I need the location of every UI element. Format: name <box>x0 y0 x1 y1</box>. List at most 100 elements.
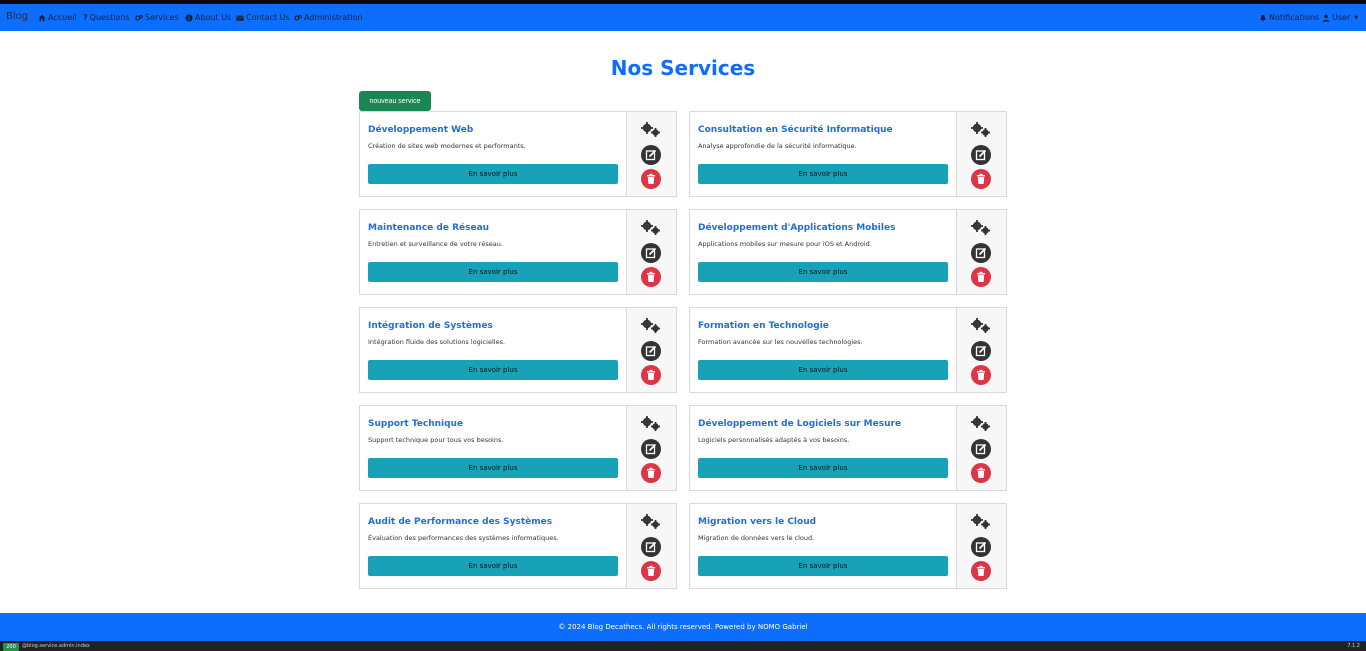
delete-icon[interactable] <box>971 267 991 287</box>
service-card: Développement d'Applications Mobiles Appl… <box>689 209 1007 295</box>
service-card: Maintenance de Réseau Entretien et survei… <box>359 209 677 295</box>
service-card-body: Support Technique Support technique pour … <box>360 406 627 490</box>
edit-icon[interactable] <box>971 439 991 459</box>
service-title: Maintenance de Réseau <box>368 223 490 233</box>
service-description: Support technique pour tous vos besoins. <box>368 436 504 444</box>
nav-notifications-label: Notifications <box>1269 13 1320 22</box>
nav-contact[interactable]: Contact Us <box>236 13 290 22</box>
service-card-body: Audit de Performance des Systèmes Évaluat… <box>360 504 627 588</box>
service-card-body: Intégration de Systèmes Intégration fluid… <box>360 308 627 392</box>
service-description: Applications mobiles sur mesure pour iOS… <box>698 240 872 248</box>
service-title: Consultation en Sécurité Informatique <box>698 125 893 135</box>
service-card-body: Consultation en Sécurité Informatique Ana… <box>690 112 957 196</box>
question-icon: ? <box>83 13 88 22</box>
service-card-body: Développement Web Création de sites web m… <box>360 112 627 196</box>
service-card-body: Maintenance de Réseau Entretien et survei… <box>360 210 627 294</box>
nav-contact-label: Contact Us <box>246 13 290 22</box>
nav-about-label: About Us <box>195 13 232 22</box>
service-actions <box>957 406 1006 490</box>
nav-questions[interactable]: ? Questions <box>83 13 130 22</box>
nav-services-label: Services <box>145 13 179 22</box>
cogs-icon <box>640 512 662 530</box>
cogs-icon <box>970 120 992 138</box>
learn-more-button[interactable]: En savoir plus <box>698 556 948 576</box>
service-card-body: Formation en Technologie Formation avancé… <box>690 308 957 392</box>
edit-icon[interactable] <box>641 537 661 557</box>
delete-icon[interactable] <box>641 561 661 581</box>
cogs-icon <box>640 316 662 334</box>
service-actions <box>627 308 676 392</box>
service-title: Développement de Logiciels sur Mesure <box>698 419 902 429</box>
learn-more-button[interactable]: En savoir plus <box>368 262 618 282</box>
learn-more-button[interactable]: En savoir plus <box>368 458 618 478</box>
bell-icon <box>1260 14 1266 22</box>
delete-icon[interactable] <box>971 365 991 385</box>
cogs-icon <box>970 512 992 530</box>
service-description: Entretien et surveillance de votre résea… <box>368 240 503 248</box>
cogs-icon <box>294 14 302 20</box>
service-card: Audit de Performance des Systèmes Évaluat… <box>359 503 677 589</box>
status-code-badge[interactable]: 200 <box>3 643 19 651</box>
service-description: Création de sites web modernes et perfor… <box>368 142 526 150</box>
edit-icon[interactable] <box>971 145 991 165</box>
nav-accueil-label: Accueil <box>48 13 77 22</box>
learn-more-button[interactable]: En savoir plus <box>698 164 948 184</box>
learn-more-button[interactable]: En savoir plus <box>368 360 618 380</box>
edit-icon[interactable] <box>641 341 661 361</box>
edit-icon[interactable] <box>641 145 661 165</box>
edit-icon[interactable] <box>971 341 991 361</box>
route-name[interactable]: @blog.service.admin.index <box>22 643 90 649</box>
delete-icon[interactable] <box>641 463 661 483</box>
service-card: Intégration de Systèmes Intégration fluid… <box>359 307 677 393</box>
service-title: Formation en Technologie <box>698 321 829 331</box>
page-title: Nos Services <box>610 56 756 80</box>
edit-icon[interactable] <box>971 243 991 263</box>
edit-icon[interactable] <box>641 243 661 263</box>
navbar: Blog Accueil ? Questions Services About … <box>0 4 1366 31</box>
nav-notifications[interactable]: Notifications <box>1259 13 1319 22</box>
cogs-icon <box>640 218 662 236</box>
info-icon <box>185 13 193 22</box>
nav-about[interactable]: About Us <box>185 13 231 22</box>
learn-more-button[interactable]: En savoir plus <box>698 360 948 380</box>
nav-administration[interactable]: Administration <box>294 13 363 22</box>
service-card-body: Migration vers le Cloud Migration de donn… <box>690 504 957 588</box>
service-description: Évaluation des performances des systèmes… <box>368 534 559 542</box>
nav-questions-label: Questions <box>89 13 130 22</box>
service-description: Formation avancée sur les nouvelles tech… <box>698 338 863 346</box>
edit-icon[interactable] <box>641 439 661 459</box>
service-card: Support Technique Support technique pour … <box>359 405 677 491</box>
service-title: Migration vers le Cloud <box>698 517 817 527</box>
cogs-icon <box>970 316 992 334</box>
delete-icon[interactable] <box>971 463 991 483</box>
learn-more-button[interactable]: En savoir plus <box>368 164 618 184</box>
new-service-button[interactable]: nouveau service <box>359 91 431 111</box>
learn-more-button[interactable]: En savoir plus <box>698 262 948 282</box>
delete-icon[interactable] <box>971 169 991 189</box>
nav-services[interactable]: Services <box>135 13 179 22</box>
version-badge[interactable]: 7.1.2 <box>1347 643 1360 649</box>
service-card-body: Développement de Logiciels sur Mesure Log… <box>690 406 957 490</box>
cogs-icon <box>640 120 662 138</box>
service-actions <box>957 308 1006 392</box>
delete-icon[interactable] <box>641 169 661 189</box>
delete-icon[interactable] <box>641 267 661 287</box>
service-title: Audit de Performance des Systèmes <box>368 517 553 527</box>
brand-link[interactable]: Blog <box>6 11 28 22</box>
learn-more-button[interactable]: En savoir plus <box>368 556 618 576</box>
nav-user-label: User <box>1332 13 1351 22</box>
delete-icon[interactable] <box>971 561 991 581</box>
user-icon <box>1322 14 1330 22</box>
delete-icon[interactable] <box>641 365 661 385</box>
edit-icon[interactable] <box>971 537 991 557</box>
service-actions <box>957 112 1006 196</box>
service-card: Formation en Technologie Formation avancé… <box>689 307 1007 393</box>
service-actions <box>627 112 676 196</box>
learn-more-button[interactable]: En savoir plus <box>698 458 948 478</box>
nav-accueil[interactable]: Accueil <box>38 13 77 22</box>
service-card: Consultation en Sécurité Informatique Ana… <box>689 111 1007 197</box>
nav-administration-label: Administration <box>304 13 363 22</box>
footer-text: © 2024 Blog Decathecs. All rights reserv… <box>558 623 808 631</box>
service-actions <box>627 406 676 490</box>
nav-user-dropdown[interactable]: User ▼ <box>1322 13 1358 22</box>
